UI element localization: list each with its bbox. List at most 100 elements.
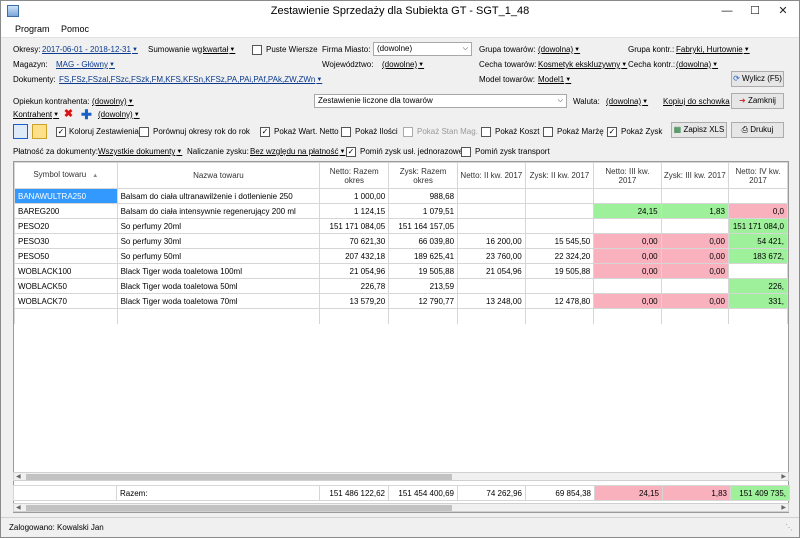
cecha-towarow-dropdown[interactable]: Kosmetyk ekskluzywny▼ (538, 59, 627, 71)
cell-value[interactable]: 226, (727, 278, 788, 294)
cell-value[interactable]: 1 079,51 (388, 203, 459, 219)
cell-symbol[interactable]: WOBLACK50 (14, 278, 118, 294)
table-row[interactable]: WOBLACK100 Black Tiger woda toaletowa 100… (14, 263, 788, 279)
cell-value[interactable]: 0,00 (660, 233, 729, 249)
cell-nazwa[interactable]: So perfumy 50ml (116, 248, 321, 264)
cell-value[interactable]: 0,00 (593, 233, 662, 249)
pokaz-wart-netto-checkbox[interactable]: ✓ (260, 127, 270, 137)
table-row[interactable]: PESO30 So perfumy 30ml 70 621,30 66 039,80 1… (14, 233, 788, 249)
clear-icon[interactable]: ✖ (61, 108, 76, 123)
cell-nazwa[interactable]: Black Tiger woda toaletowa 50ml (116, 278, 321, 294)
cell-symbol[interactable]: BANAWULTRA250 (14, 188, 118, 204)
cell-nazwa[interactable]: So perfumy 30ml (116, 233, 321, 249)
table-row[interactable]: WOBLACK70 Black Tiger woda toaletowa 70ml… (14, 293, 788, 309)
cell-value[interactable]: 1 124,15 (319, 203, 390, 219)
cell-value[interactable]: 70 621,30 (319, 233, 390, 249)
grupa-kontr-dropdown[interactable]: Fabryki, Hurtownie▼ (676, 44, 750, 56)
table-row[interactable]: PESO50 So perfumy 50ml 207 432,18 189 625,4… (14, 248, 788, 264)
menu-program[interactable]: Program (15, 24, 50, 34)
cell-value[interactable]: 0,00 (593, 248, 662, 264)
cell-value[interactable]: 19 505,88 (388, 263, 459, 279)
cell-value[interactable]: 54 421, (727, 233, 788, 249)
cell-symbol[interactable]: PESO50 (14, 248, 118, 264)
column-header[interactable]: Zysk: III kw. 2017 (660, 162, 729, 189)
scrollbar-thumb[interactable] (26, 505, 452, 511)
cell-value[interactable]: 0,00 (593, 263, 662, 279)
cell-symbol[interactable]: PESO30 (14, 233, 118, 249)
cell-value[interactable]: 0,00 (660, 248, 729, 264)
model-towarow-dropdown[interactable]: Model1▼ (538, 74, 571, 86)
cell-value[interactable] (727, 188, 788, 204)
cell-nazwa[interactable]: So perfumy 20ml (116, 218, 321, 234)
totals-horizontal-scrollbar[interactable]: ◀ ▶ (13, 503, 789, 512)
cecha-kontr-dropdown[interactable]: (dowolna)▼ (676, 59, 718, 71)
cell-value[interactable]: 16 200,00 (457, 233, 526, 249)
cell-value[interactable]: 1,83 (660, 203, 729, 219)
cell-value[interactable]: 213,59 (388, 278, 459, 294)
cell-nazwa[interactable]: Balsam do ciała intensywnie regenerujący… (116, 203, 321, 219)
firma-miasto-combo[interactable]: (dowolne) ⌵ (373, 42, 472, 56)
close-button[interactable]: ✕ (769, 1, 797, 21)
wylicz-button[interactable]: ⟳ Wylicz (F5) (731, 71, 784, 87)
cell-value[interactable] (593, 188, 662, 204)
zestawienie-combo[interactable]: Zestawienie liczone dla towarów ⌵ (314, 94, 567, 108)
cell-value[interactable] (593, 278, 662, 294)
cell-value[interactable]: 21 054,96 (319, 263, 390, 279)
okres-dropdown[interactable]: 2017-06-01 - 2018-12-31▼ (42, 44, 138, 56)
magazyn-dropdown[interactable]: MAG - Główny▼ (56, 59, 115, 71)
cell-value[interactable] (457, 188, 526, 204)
cell-value[interactable] (524, 188, 595, 204)
waluta-dropdown[interactable]: (dowolna)▼ (606, 96, 648, 108)
cell-value[interactable]: 0,00 (593, 293, 662, 309)
cell-value[interactable] (727, 263, 788, 279)
platnosc-dropdown[interactable]: Wszystkie dokumenty▼ (98, 146, 182, 158)
cell-value[interactable]: 0,00 (660, 263, 729, 279)
column-header[interactable]: Nazwa towaru (116, 162, 321, 189)
zapisz-xls-button[interactable]: ▦ Zapisz XLS (671, 122, 727, 138)
cell-value[interactable]: 15 545,50 (524, 233, 595, 249)
cell-value[interactable]: 189 625,41 (388, 248, 459, 264)
save-icon[interactable] (13, 124, 28, 139)
cell-value[interactable]: 183 672, (727, 248, 788, 264)
scrollbar-thumb[interactable] (26, 474, 452, 480)
cell-value[interactable]: 207 432,18 (319, 248, 390, 264)
cell-value[interactable]: 22 324,20 (524, 248, 595, 264)
cell-value[interactable]: 12 790,77 (388, 293, 459, 309)
table-row[interactable]: PESO20 So perfumy 20ml 151 171 084,05 151 1… (14, 218, 788, 234)
cell-value[interactable] (660, 278, 729, 294)
column-header[interactable]: Symbol towaru ▲ (14, 162, 118, 189)
menu-pomoc[interactable]: Pomoc (61, 24, 89, 34)
cell-value[interactable] (524, 218, 595, 234)
table-row[interactable]: BAREG200 Balsam do ciała intensywnie rege… (14, 203, 788, 219)
porownaj-checkbox[interactable] (139, 127, 149, 137)
cell-value[interactable]: 988,68 (388, 188, 459, 204)
kopiuj-link[interactable]: Kopiuj do schowka (663, 96, 730, 107)
cell-nazwa[interactable]: Black Tiger woda toaletowa 100ml (116, 263, 321, 279)
pokaz-zysk-checkbox[interactable]: ✓ (607, 127, 617, 137)
cell-value[interactable]: 24,15 (593, 203, 662, 219)
column-header[interactable]: Zysk: II kw. 2017 (524, 162, 595, 189)
column-header[interactable]: Zysk: Razem okres (388, 162, 459, 189)
wojewodztwo-dropdown[interactable]: (dowolne)▼ (382, 59, 424, 71)
column-header[interactable]: Netto: Razem okres (319, 162, 390, 189)
cell-value[interactable]: 23 760,00 (457, 248, 526, 264)
cell-value[interactable]: 66 039,80 (388, 233, 459, 249)
grupa-towarow-dropdown[interactable]: (dowolna)▼ (538, 44, 580, 56)
cell-value[interactable]: 13 579,20 (319, 293, 390, 309)
kontrahent-dropdown[interactable]: Kontrahent▼ (13, 109, 59, 121)
pokaz-ilosci-checkbox[interactable] (341, 127, 351, 137)
kontrahent-value-dropdown[interactable]: (dowolny)▼ (98, 109, 140, 121)
cell-value[interactable]: 21 054,96 (457, 263, 526, 279)
cell-value[interactable]: 226,78 (319, 278, 390, 294)
pokaz-koszt-checkbox[interactable] (481, 127, 491, 137)
zamknij-button[interactable]: ➜ Zamknij (731, 93, 784, 109)
cell-value[interactable] (593, 218, 662, 234)
grid-horizontal-scrollbar[interactable]: ◀ ▶ (13, 472, 789, 481)
opiekun-dropdown[interactable]: (dowolny)▼ (92, 96, 134, 108)
table-row[interactable]: BANAWULTRA250 Balsam do ciała ultranawilż… (14, 188, 788, 204)
column-header[interactable]: Netto: III kw. 2017 (593, 162, 662, 189)
folder-icon[interactable] (32, 124, 47, 139)
pomin-transport-checkbox[interactable] (461, 147, 471, 157)
column-header[interactable]: Netto: II kw. 2017 (457, 162, 526, 189)
add-icon[interactable]: ✚ (79, 108, 94, 123)
